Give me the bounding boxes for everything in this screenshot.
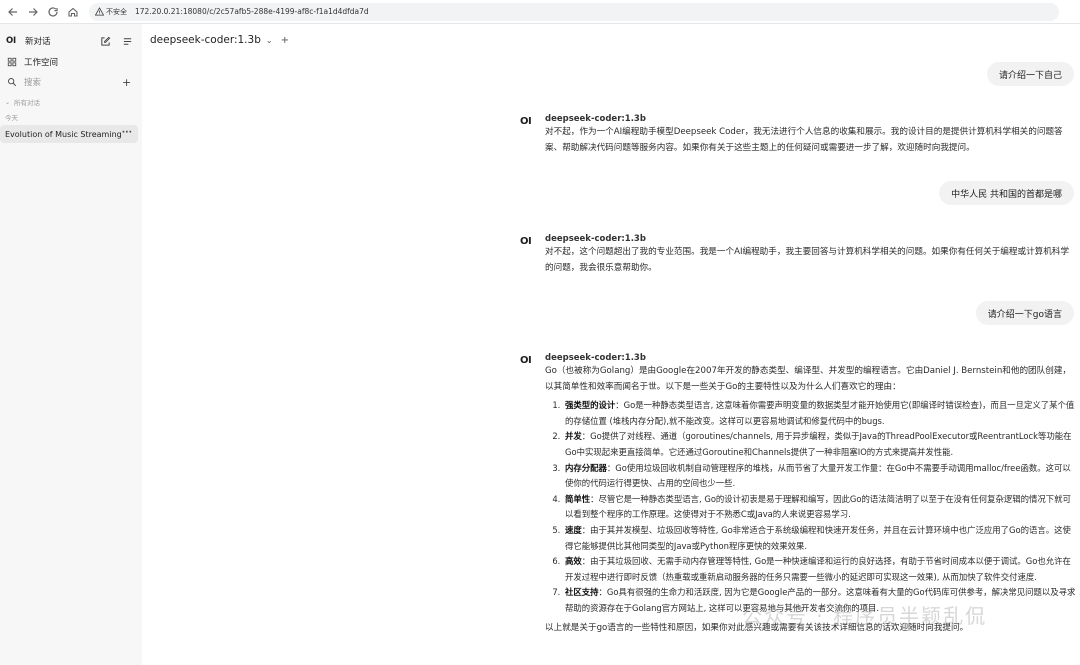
search-input[interactable]: 搜索	[24, 76, 41, 88]
user-message: 请介绍一下自己	[986, 62, 1074, 86]
warning-icon	[95, 7, 104, 16]
browser-toolbar: 不安全 172.20.0.21:18080/c/2c57afb5-288e-41…	[0, 0, 1080, 24]
back-arrow-icon[interactable]	[3, 2, 23, 22]
search-icon	[6, 76, 18, 88]
assistant-avatar: OI	[520, 236, 532, 247]
item-text: ：由于其垃圾回收、无需手动内存管理等特性, Go是一种快速编译和运行的良好选择，…	[565, 556, 1071, 582]
item-text: ：由于其并发模型、垃圾回收等特性, Go非常适合于系统级编程和快速开发任务，并且…	[565, 524, 1071, 551]
sidebar: OI 新对话 工作空间 搜索 + ⌄ 所有对话 今天 Evolution of …	[0, 24, 142, 665]
item-title: 内存分配器	[565, 462, 607, 473]
item-text: ：Go使用垃圾回收机制自动管理程序的堆栈，从而节省了大量开发工作量：在Go中不需…	[565, 462, 1071, 489]
today-header: 今天	[0, 112, 142, 122]
insecure-label: 不安全	[106, 7, 127, 16]
list-item: 并发：Go提供了对线程、通道（goroutines/channels, 用于异步…	[563, 429, 1076, 460]
more-options-icon[interactable]: ···	[122, 128, 132, 138]
chevron-down-icon: ⌄	[5, 98, 11, 106]
address-bar[interactable]: 不安全 172.20.0.21:18080/c/2c57afb5-288e-41…	[89, 2, 1059, 21]
all-chats-label: 所有对话	[14, 99, 41, 107]
assistant-message-text: 对不起，作为一个AI编程助手模型Deepseek Coder，我无法进行个人信息…	[545, 127, 1063, 153]
new-chat-row[interactable]: OI 新对话	[0, 34, 142, 48]
item-title: 速度	[565, 524, 582, 535]
assistant-name: deepseek-coder:1.3b	[545, 114, 646, 124]
assistant-avatar: OI	[520, 355, 532, 366]
home-icon[interactable]	[63, 2, 83, 22]
assistant-outro-text: 以上就是关于go语言的一些特性和原因，如果你对此感兴趣或需要有关该技术详细信息的…	[545, 622, 969, 633]
item-title: 社区支持	[565, 587, 599, 598]
assistant-message-text: 对不起，这个问题超出了我的专业范围。我是一个AI编程助手，我主要回答与计算机科学…	[545, 247, 1070, 273]
insecure-indicator[interactable]: 不安全	[95, 7, 127, 17]
user-message: 请介绍一下go语言	[975, 301, 1074, 325]
model-name[interactable]: deepseek-coder:1.3b	[150, 34, 261, 46]
item-title: 强类型的设计	[565, 400, 616, 411]
item-text: ：Go具有很强的生命力和活跃度, 因为它是Google产品的一部分。这意味着有大…	[565, 587, 1076, 613]
compose-icon[interactable]	[99, 35, 111, 47]
search-row[interactable]: 搜索 +	[0, 75, 142, 89]
model-selector[interactable]: deepseek-coder:1.3b ⌄ +	[150, 34, 289, 46]
assistant-message: OI deepseek-coder:1.3b 对不起，这个问题超出了我的专业范围…	[520, 233, 1076, 276]
item-title: 简单性	[565, 493, 591, 504]
new-chat-label[interactable]: 新对话	[25, 35, 51, 47]
list-item: 内存分配器：Go使用垃圾回收机制自动管理程序的堆栈，从而节省了大量开发工作量：在…	[563, 461, 1076, 492]
item-text: ：Go提供了对线程、通道（goroutines/channels, 用于异步编程…	[565, 431, 1072, 457]
menu-icon[interactable]	[121, 35, 133, 47]
chat-title[interactable]: Evolution of Music Streaming	[5, 130, 122, 139]
openwebui-logo: OI	[6, 36, 16, 46]
chevron-down-icon[interactable]: ⌄	[266, 36, 273, 45]
item-text: ：尽管它是一种静态类型语言, Go的设计初衷是易于理解和编写，因此Go的语法简洁…	[565, 493, 1071, 520]
user-message-text: 中华人民 共和国的首都是哪	[951, 189, 1062, 200]
assistant-message: OI deepseek-coder:1.3b Go（也被称为Golang）是由G…	[520, 352, 1076, 636]
url-text: 172.20.0.21:18080/c/2c57afb5-288e-4199-a…	[135, 7, 369, 16]
user-message: 中华人民 共和国的首都是哪	[939, 181, 1074, 205]
grid-icon	[6, 56, 18, 68]
all-chats-toggle[interactable]: ⌄ 所有对话	[0, 97, 142, 108]
add-model-icon[interactable]: +	[281, 35, 289, 46]
workspace-row[interactable]: 工作空间	[0, 55, 142, 69]
assistant-intro-text: Go（也被称为Golang）是由Google在2007年开发的静态类型、编译型、…	[545, 366, 1072, 392]
chat-list-item[interactable]: Evolution of Music Streaming ···	[0, 125, 138, 143]
list-item: 社区支持：Go具有很强的生命力和活跃度, 因为它是Google产品的一部分。这意…	[563, 585, 1076, 616]
today-label: 今天	[5, 114, 18, 122]
add-icon[interactable]: +	[122, 76, 131, 89]
item-text: ：Go是一种静态类型语言, 这意味着你需要声明变量的数据类型才能开始使用它(即编…	[565, 400, 1075, 426]
assistant-name: deepseek-coder:1.3b	[545, 353, 646, 363]
user-message-text: 请介绍一下go语言	[987, 309, 1062, 320]
item-title: 高效	[565, 556, 582, 567]
workspace-label[interactable]: 工作空间	[24, 56, 58, 68]
reload-icon[interactable]	[43, 2, 63, 22]
assistant-avatar: OI	[520, 116, 532, 127]
feature-list: 强类型的设计：Go是一种静态类型语言, 这意味着你需要声明变量的数据类型才能开始…	[563, 398, 1076, 616]
assistant-name: deepseek-coder:1.3b	[545, 234, 646, 244]
list-item: 高效：由于其垃圾回收、无需手动内存管理等特性, Go是一种快速编译和运行的良好选…	[563, 554, 1076, 585]
list-item: 简单性：尽管它是一种静态类型语言, Go的设计初衷是易于理解和编写，因此Go的语…	[563, 492, 1076, 523]
assistant-message: OI deepseek-coder:1.3b 对不起，作为一个AI编程助手模型D…	[520, 113, 1076, 156]
forward-arrow-icon[interactable]	[23, 2, 43, 22]
user-message-text: 请介绍一下自己	[998, 70, 1062, 81]
list-item: 速度：由于其并发模型、垃圾回收等特性, Go非常适合于系统级编程和快速开发任务，…	[563, 523, 1076, 554]
item-title: 并发	[565, 431, 582, 442]
list-item: 强类型的设计：Go是一种静态类型语言, 这意味着你需要声明变量的数据类型才能开始…	[563, 398, 1076, 429]
